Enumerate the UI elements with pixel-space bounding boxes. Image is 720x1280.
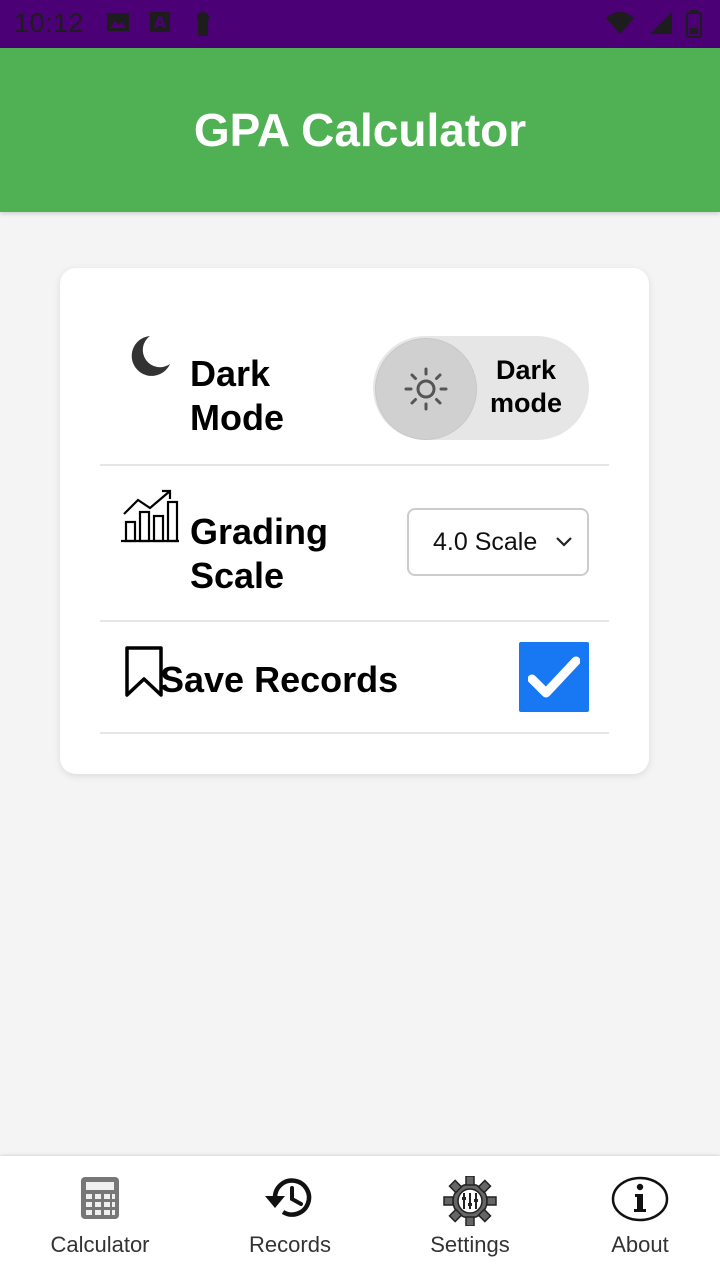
save-records-checkbox[interactable] bbox=[519, 642, 589, 712]
app-bar: GPA Calculator bbox=[0, 48, 720, 212]
grading-scale-value: 4.0 Scale bbox=[433, 528, 538, 556]
status-time: 10:12 bbox=[14, 8, 85, 38]
nav-label-about: About bbox=[611, 1232, 669, 1257]
nav-label-settings: Settings bbox=[430, 1232, 510, 1257]
battery-icon bbox=[686, 10, 702, 38]
signal-icon bbox=[649, 12, 672, 34]
keyhole-icon bbox=[196, 12, 209, 36]
gear-icon bbox=[443, 1176, 497, 1226]
wifi-icon bbox=[606, 12, 635, 34]
calculator-icon bbox=[81, 1177, 119, 1219]
info-icon bbox=[611, 1176, 669, 1222]
nav-label-calculator: Calculator bbox=[50, 1232, 150, 1257]
checkmark-icon bbox=[528, 656, 580, 698]
status-icons-right bbox=[605, 10, 710, 38]
nav-label-records: Records bbox=[249, 1232, 331, 1257]
chevron-down-icon bbox=[556, 537, 572, 547]
page-title: GPA Calculator bbox=[193, 104, 527, 156]
toggle-knob[interactable] bbox=[375, 338, 477, 440]
nav-item-calculator[interactable]: Calculator bbox=[10, 1156, 190, 1280]
nav-item-about[interactable]: About bbox=[550, 1156, 720, 1280]
dark-mode-label: Dark Mode bbox=[120, 352, 340, 440]
nav-item-settings[interactable]: Settings bbox=[380, 1156, 560, 1280]
sun-icon bbox=[404, 367, 448, 411]
save-records-row: Save Records bbox=[100, 622, 609, 734]
image-icon bbox=[107, 13, 129, 31]
grading-scale-label: Grading Scale bbox=[120, 510, 360, 598]
history-icon bbox=[265, 1178, 312, 1217]
save-records-label-text: Save Records bbox=[160, 659, 399, 700]
grading-scale-select[interactable]: 4.0 Scale bbox=[407, 508, 589, 576]
bottom-nav: Calculator Records Settings About bbox=[0, 1156, 720, 1280]
grading-scale-row: Grading Scale 4.0 Scale bbox=[100, 466, 609, 622]
settings-card: Dark Mode Dark mode Grading Scale 4.0 Sc… bbox=[60, 268, 649, 774]
status-bar: 10:12 A bbox=[0, 0, 720, 48]
grading-scale-label-text: Grading Scale bbox=[190, 511, 329, 596]
a-square-icon: A bbox=[150, 12, 171, 32]
nav-item-records[interactable]: Records bbox=[200, 1156, 380, 1280]
dark-mode-toggle[interactable]: Dark mode bbox=[373, 336, 589, 440]
dark-mode-label-text: Dark Mode bbox=[190, 353, 284, 438]
dark-mode-row: Dark Mode Dark mode bbox=[100, 308, 609, 466]
save-records-label: Save Records bbox=[120, 658, 480, 702]
toggle-label: Dark mode bbox=[489, 355, 562, 418]
status-icons-left: A bbox=[106, 10, 229, 38]
svg-text:A: A bbox=[154, 13, 167, 32]
